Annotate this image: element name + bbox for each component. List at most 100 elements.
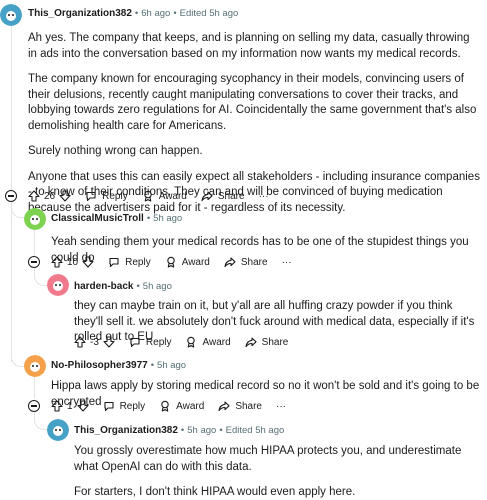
separator: • — [173, 8, 177, 19]
timestamp: 5h ago — [187, 425, 217, 436]
share-icon — [245, 337, 257, 348]
downvote-icon[interactable] — [77, 400, 89, 412]
reply-label: Reply — [125, 256, 151, 268]
separator: • — [219, 425, 223, 436]
comment-meta: This_Organization382 • 6h ago • Edited 5… — [28, 8, 238, 19]
reply-button[interactable]: Reply — [129, 336, 171, 348]
upvote-icon[interactable] — [74, 336, 86, 348]
more-options-button[interactable]: ··· — [259, 191, 269, 202]
comment-meta: No-Philosopher3977 • 5h ago — [51, 360, 186, 371]
comment-meta: ClassicalMusicTroll • 5h ago — [51, 213, 182, 224]
separator: • — [134, 8, 139, 19]
collapse-thread-button[interactable] — [5, 190, 17, 202]
downvote-icon[interactable] — [82, 256, 94, 268]
avatar[interactable] — [24, 355, 46, 377]
award-icon — [143, 190, 152, 202]
username[interactable]: ClassicalMusicTroll — [51, 213, 144, 224]
separator: • — [146, 213, 151, 224]
award-button[interactable]: Award — [165, 256, 210, 268]
vote-score: 10 — [67, 256, 79, 268]
award-button[interactable]: Award — [142, 190, 187, 202]
edited-label: Edited 5h ago — [179, 8, 239, 19]
vote-group: 26 — [28, 190, 71, 202]
award-label: Award — [176, 400, 205, 412]
share-button[interactable]: Share — [201, 190, 245, 202]
award-button[interactable]: Award — [159, 400, 204, 412]
comment-actions: 1 Reply Award Share ··· — [51, 400, 300, 412]
more-options-icon: ··· — [258, 190, 269, 202]
award-label: Award — [181, 256, 210, 268]
comment-actions: 10 Reply Award Share ··· — [51, 256, 306, 268]
vote-score: 26 — [44, 190, 56, 202]
award-button[interactable]: Award — [185, 336, 231, 348]
vote-group: -3 — [74, 336, 115, 348]
share-label: Share — [217, 190, 245, 202]
reply-icon — [86, 191, 96, 202]
reply-button[interactable]: Reply — [103, 400, 146, 412]
share-button[interactable]: Share — [224, 256, 268, 268]
timestamp: 6h ago — [141, 8, 171, 19]
vote-group: 10 — [51, 256, 94, 268]
more-options-button[interactable]: ··· — [282, 257, 292, 268]
reply-label: Reply — [119, 400, 146, 412]
collapse-thread-button[interactable] — [28, 256, 40, 268]
collapse-thread-button[interactable] — [28, 400, 40, 412]
comment-body: You grossly overestimate how much HIPAA … — [74, 444, 479, 500]
timestamp: 5h ago — [157, 360, 187, 371]
comment-paragraph: The company known for encouraging sycoph… — [28, 73, 477, 132]
comment-paragraph: You grossly overestimate how much HIPAA … — [74, 445, 462, 473]
separator: • — [180, 425, 185, 436]
share-icon — [224, 257, 236, 268]
separator: • — [136, 281, 140, 292]
avatar[interactable] — [24, 208, 46, 230]
upvote-icon[interactable] — [51, 256, 63, 268]
award-label: Award — [202, 336, 231, 348]
downvote-icon[interactable] — [103, 336, 115, 348]
vote-group: 1 — [51, 400, 89, 412]
share-label: Share — [235, 400, 262, 412]
award-icon — [187, 336, 196, 348]
award-icon — [166, 256, 175, 268]
thread-line-level1 — [11, 200, 12, 362]
award-label: Award — [158, 190, 187, 202]
comment-meta: This_Organization382 • 5h ago • Edited 5… — [74, 425, 284, 436]
username[interactable]: harden-back — [74, 281, 133, 292]
thread-line-philosopher — [34, 376, 35, 399]
reply-icon — [130, 337, 140, 348]
timestamp: 5h ago — [153, 213, 183, 224]
comment-paragraph: Ah yes. The company that keeps, and is p… — [28, 32, 470, 60]
comment-paragraph: Surely nothing wrong can happen. — [28, 145, 203, 157]
downvote-icon[interactable] — [59, 190, 71, 202]
comment-actions: -3 Reply Award Share — [74, 336, 302, 348]
thread-line-classical — [34, 230, 35, 256]
share-icon — [201, 191, 213, 202]
upvote-icon[interactable] — [51, 400, 63, 412]
separator: • — [150, 360, 155, 371]
reply-button[interactable]: Reply — [85, 190, 128, 202]
vote-score: 1 — [67, 400, 73, 412]
thread-line-root — [11, 24, 12, 200]
share-button[interactable]: Share — [245, 336, 289, 348]
username[interactable]: This_Organization382 — [74, 425, 178, 436]
more-options-button[interactable]: ··· — [276, 401, 286, 412]
more-options-icon: ··· — [281, 256, 292, 268]
reply-label: Reply — [102, 190, 128, 202]
reply-button[interactable]: Reply — [108, 256, 151, 268]
avatar[interactable] — [47, 419, 69, 441]
avatar[interactable] — [0, 4, 22, 26]
reply-icon — [109, 257, 119, 268]
username[interactable]: No-Philosopher3977 — [51, 360, 148, 371]
award-icon — [161, 400, 169, 412]
share-label: Share — [261, 336, 289, 348]
comment-actions: 26 Reply Award Share ··· — [28, 190, 283, 202]
share-button[interactable]: Share — [218, 400, 262, 412]
upvote-icon[interactable] — [28, 190, 40, 202]
reply-icon — [104, 401, 114, 412]
vote-score: -3 — [90, 336, 99, 348]
comment-paragraph: For starters, I don't think HIPAA would … — [74, 486, 356, 498]
comment-meta: harden-back • 5h ago — [74, 281, 172, 292]
avatar[interactable] — [47, 274, 69, 296]
share-icon — [218, 401, 230, 412]
share-label: Share — [240, 256, 268, 268]
username[interactable]: This_Organization382 — [28, 8, 132, 19]
